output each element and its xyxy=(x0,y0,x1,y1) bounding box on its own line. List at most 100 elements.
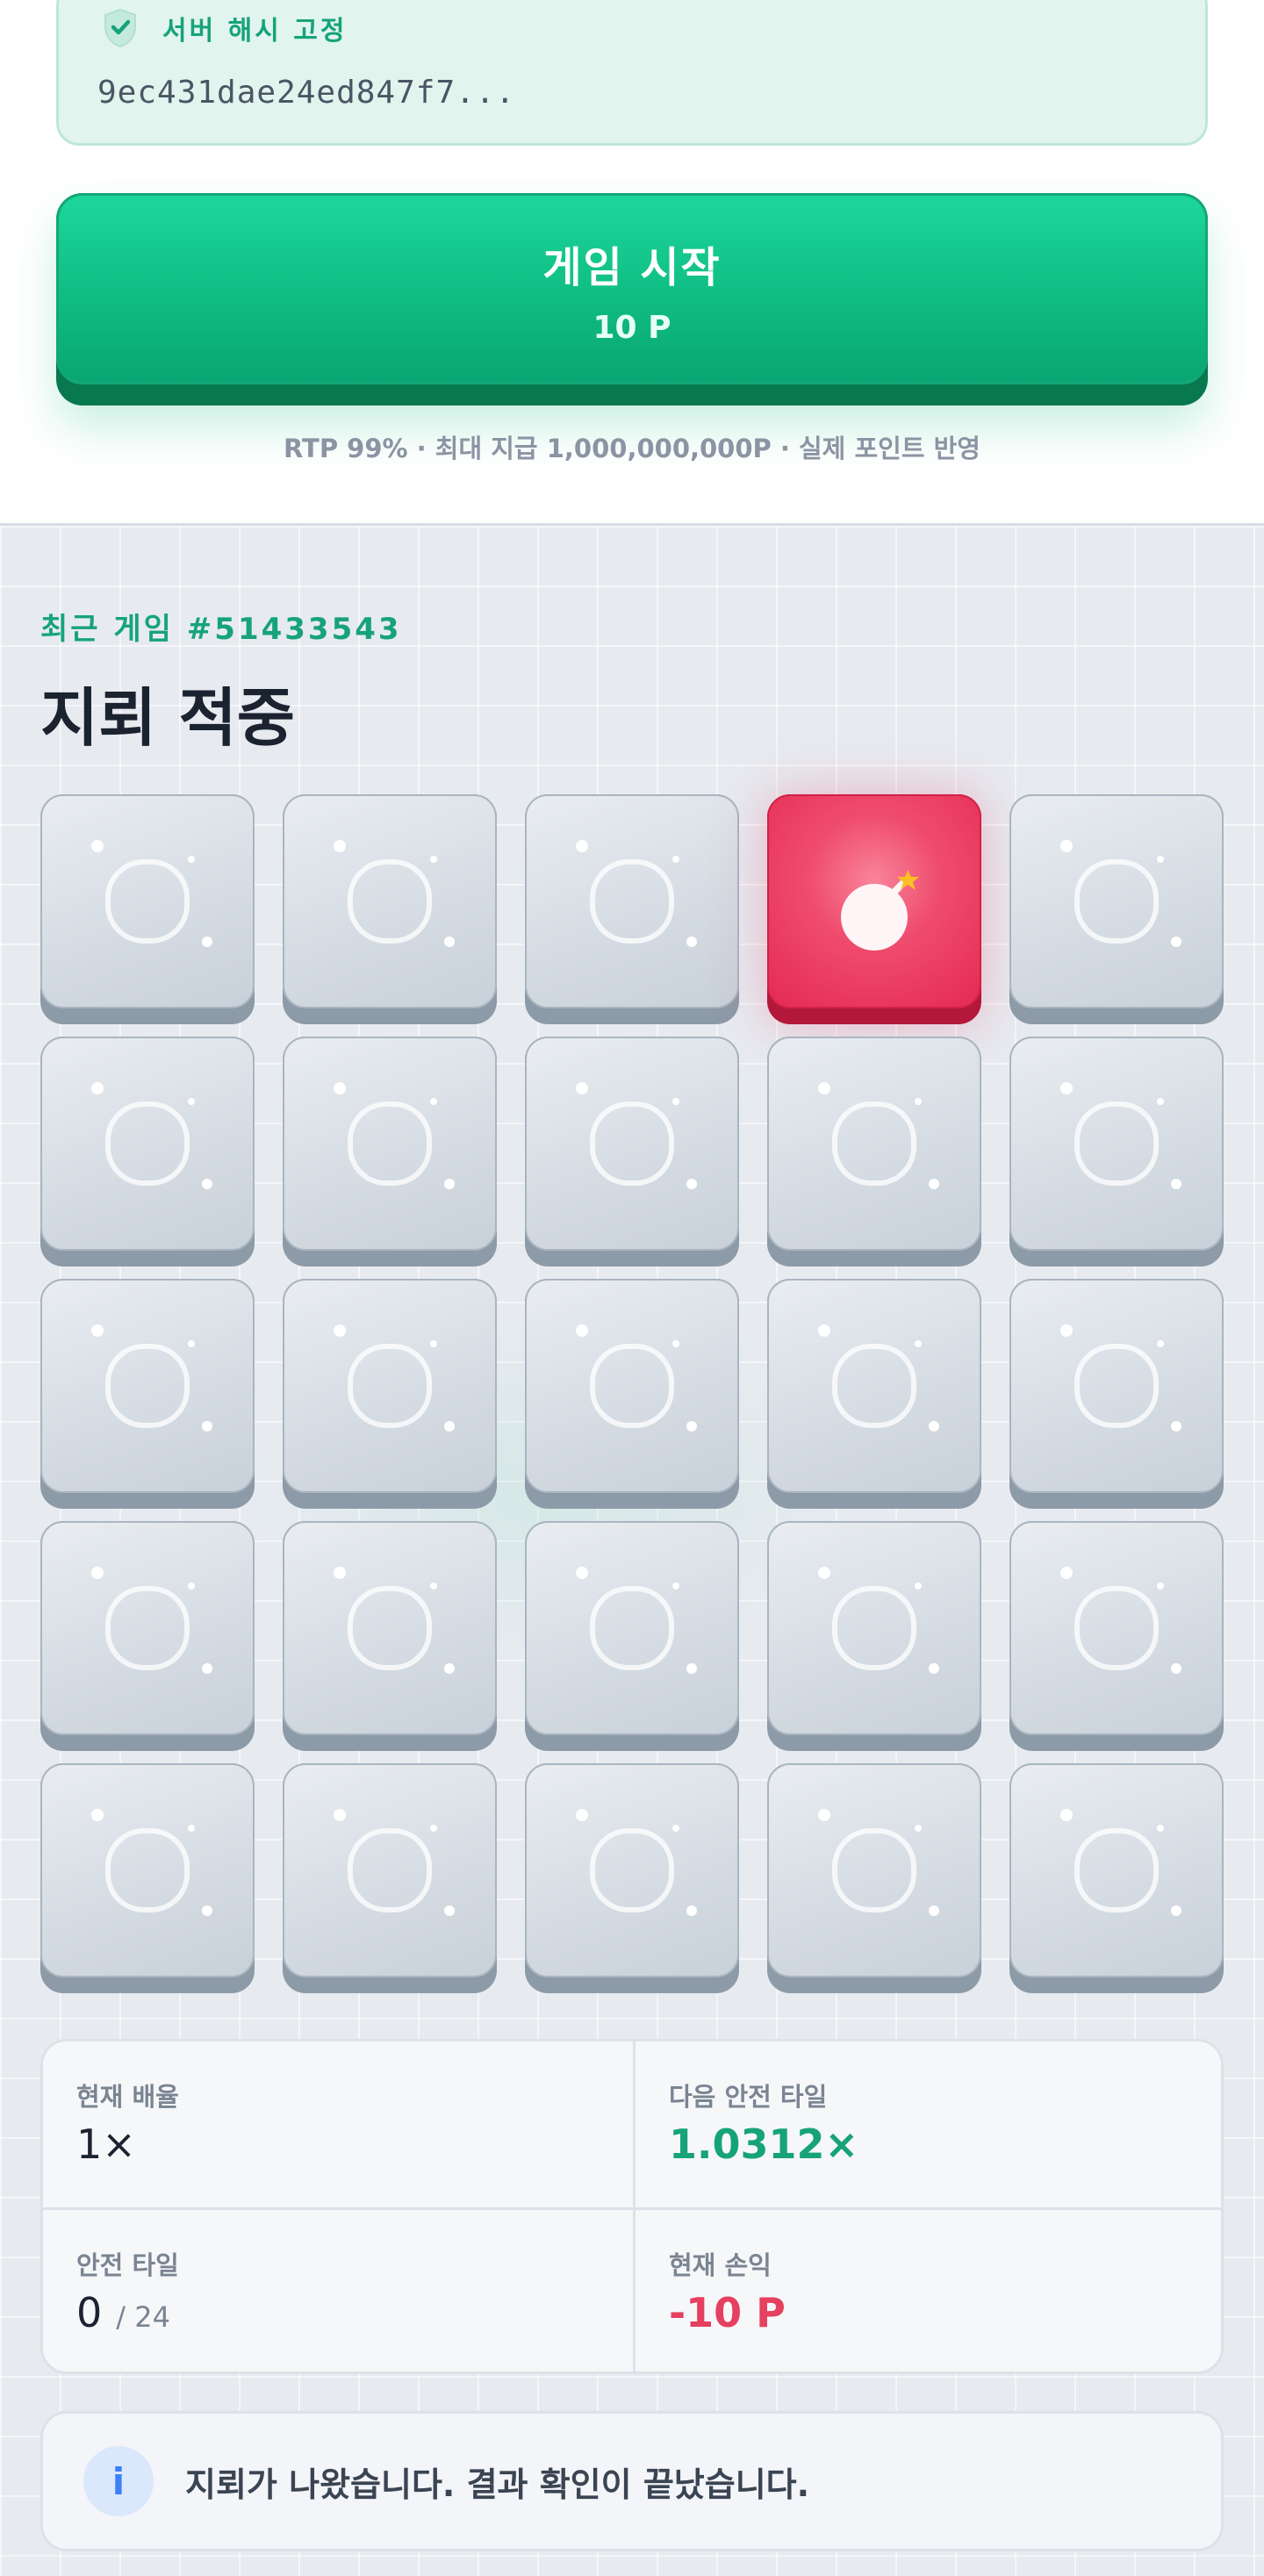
hidden-tile[interactable] xyxy=(283,1521,497,1751)
hidden-tile[interactable] xyxy=(1009,794,1224,1024)
hidden-tile[interactable] xyxy=(1009,1521,1224,1751)
hidden-tile[interactable] xyxy=(40,1037,255,1266)
tile-face xyxy=(1009,1763,1224,1977)
hidden-tile[interactable] xyxy=(767,1037,981,1266)
gem-outline-icon xyxy=(590,1586,674,1670)
sparkle-icon xyxy=(576,840,588,852)
tile-face xyxy=(283,1521,497,1735)
sparkle-icon xyxy=(430,1098,437,1105)
sparkle-icon xyxy=(334,1567,346,1579)
sparkle-icon xyxy=(576,1324,588,1337)
hidden-tile[interactable] xyxy=(767,1763,981,1993)
tile-face xyxy=(767,1279,981,1493)
hidden-tile[interactable] xyxy=(283,1279,497,1509)
server-hash-title: 서버 해시 고정 xyxy=(162,16,348,47)
sparkle-icon xyxy=(686,1421,697,1432)
start-game-cost: 10 P xyxy=(592,309,672,346)
hidden-tile[interactable] xyxy=(767,1521,981,1751)
stat-value-group: 0 / 24 xyxy=(76,2289,170,2336)
sparkle-icon xyxy=(334,1809,346,1821)
hidden-tile[interactable] xyxy=(283,1763,497,1993)
hidden-tile[interactable] xyxy=(1009,1279,1224,1509)
stats-panel: 현재 배율 1× 다음 안전 타일 1.0312× 안전 타일 0 / 24 현… xyxy=(40,2039,1224,2374)
mine-tile-revealed[interactable] xyxy=(767,794,981,1024)
gem-outline-icon xyxy=(1074,1101,1159,1186)
notice-text: 지뢰가 나왔습니다. 결과 확인이 끝났습니다. xyxy=(185,2465,810,2504)
tile-face xyxy=(525,1279,739,1493)
sparkle-icon xyxy=(915,1825,922,1832)
start-button-base: 게임 시작 10 P xyxy=(56,193,1208,405)
gem-outline-icon xyxy=(832,1344,916,1428)
tile-face xyxy=(767,1037,981,1251)
tile-face xyxy=(283,794,497,1008)
gem-outline-icon xyxy=(832,1828,916,1912)
tile-face xyxy=(1009,794,1224,1008)
hidden-tile[interactable] xyxy=(1009,1763,1224,1993)
hidden-tile[interactable] xyxy=(283,794,497,1024)
hidden-tile[interactable] xyxy=(40,794,255,1024)
gem-outline-icon xyxy=(1074,1586,1159,1670)
tile-face xyxy=(1009,1521,1224,1735)
sparkle-icon xyxy=(1060,1324,1073,1337)
sparkle-icon xyxy=(334,1324,346,1337)
result-title: 지뢰 적중 xyxy=(40,681,296,755)
gem-outline-icon xyxy=(832,1101,916,1186)
sparkle-icon xyxy=(929,1179,939,1189)
start-game-button[interactable]: 게임 시작 10 P xyxy=(56,193,1208,384)
sparkle-icon xyxy=(818,1809,830,1821)
gem-outline-icon xyxy=(105,1828,190,1912)
stat-value: 1× xyxy=(76,2120,136,2168)
hidden-tile[interactable] xyxy=(1009,1037,1224,1266)
hidden-tile[interactable] xyxy=(40,1763,255,1993)
hidden-tile[interactable] xyxy=(767,1279,981,1509)
stat-current-profit: 현재 손익 -10 P xyxy=(636,2210,1221,2371)
sparkle-icon xyxy=(202,1421,212,1432)
tile-face xyxy=(40,1037,255,1251)
stat-safe-tiles: 안전 타일 0 / 24 xyxy=(43,2210,633,2371)
sparkle-icon xyxy=(91,840,104,852)
gem-outline-icon xyxy=(348,1101,432,1186)
hidden-tile[interactable] xyxy=(40,1279,255,1509)
gem-outline-icon xyxy=(590,859,674,944)
hidden-tile[interactable] xyxy=(525,1763,739,1993)
sparkle-icon xyxy=(202,936,212,947)
hidden-tile[interactable] xyxy=(40,1521,255,1751)
sparkle-icon xyxy=(576,1809,588,1821)
sparkle-icon xyxy=(672,1340,679,1347)
sparkle-icon xyxy=(188,856,195,863)
hidden-tile[interactable] xyxy=(525,1521,739,1751)
sparkle-icon xyxy=(686,1905,697,1916)
sparkle-icon xyxy=(1171,1663,1181,1674)
sparkle-icon xyxy=(1171,1905,1181,1916)
tile-face xyxy=(767,794,981,1008)
sparkle-icon xyxy=(1157,1825,1164,1832)
sparkle-icon xyxy=(444,936,455,947)
hidden-tile[interactable] xyxy=(525,1279,739,1509)
result-notice: i 지뢰가 나왔습니다. 결과 확인이 끝났습니다. xyxy=(40,2411,1224,2551)
sparkle-icon xyxy=(1157,856,1164,863)
server-hash-value[interactable]: 9ec431dae24ed847f7... xyxy=(97,75,515,111)
sparkle-icon xyxy=(1157,1098,1164,1105)
tile-face xyxy=(525,1521,739,1735)
tile-face xyxy=(525,1763,739,1977)
sparkle-icon xyxy=(672,856,679,863)
sparkle-icon xyxy=(915,1582,922,1589)
sparkle-icon xyxy=(576,1082,588,1094)
gem-outline-icon xyxy=(348,1344,432,1428)
sparkle-icon xyxy=(91,1324,104,1337)
sparkle-icon xyxy=(444,1905,455,1916)
hidden-tile[interactable] xyxy=(525,794,739,1024)
sparkle-icon xyxy=(1157,1340,1164,1347)
sparkle-icon xyxy=(1171,936,1181,947)
stat-label: 현재 배율 xyxy=(76,2082,179,2112)
stat-value-total: / 24 xyxy=(116,2300,170,2334)
sparkle-icon xyxy=(91,1809,104,1821)
gem-outline-icon xyxy=(1074,1828,1159,1912)
hidden-tile[interactable] xyxy=(283,1037,497,1266)
sparkle-icon xyxy=(188,1098,195,1105)
sparkle-icon xyxy=(188,1825,195,1832)
sparkle-icon xyxy=(430,1340,437,1347)
hidden-tile[interactable] xyxy=(525,1037,739,1266)
stat-next-safe-tile: 다음 안전 타일 1.0312× xyxy=(636,2041,1221,2208)
tile-face xyxy=(40,1763,255,1977)
